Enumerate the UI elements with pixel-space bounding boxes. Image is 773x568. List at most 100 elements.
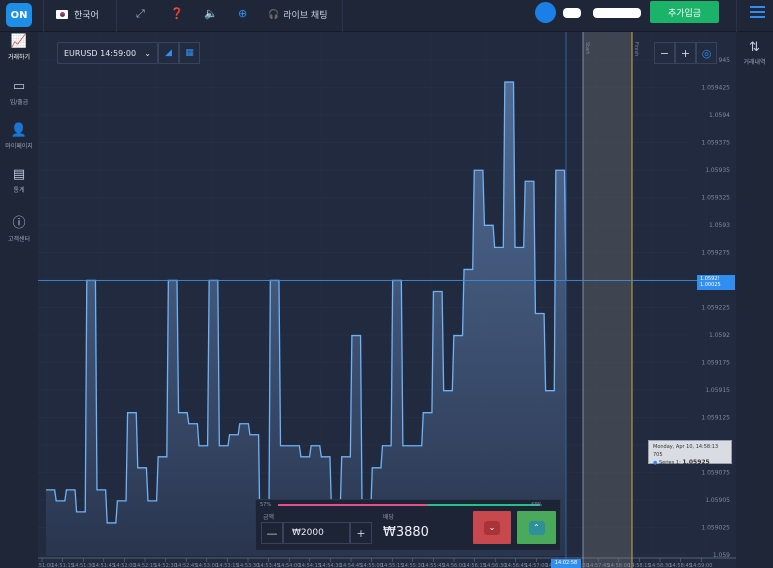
help-icon[interactable]: ❓	[170, 7, 184, 20]
x-tick-label: 14:53:45	[257, 563, 279, 568]
y-tick-label: 1.059375	[701, 140, 730, 147]
sidebar-item-support[interactable]: ⓘ 고객센터	[0, 212, 38, 243]
x-tick-label: 14:51:30	[72, 563, 94, 568]
put-down-button[interactable]: ⌄	[473, 511, 511, 544]
tooltip-series-row: ● Series 1: 1.05925	[653, 459, 727, 467]
sidebar-item-label: 통계	[13, 187, 25, 194]
sidebar-item-label: 마이페이지	[5, 143, 33, 150]
y-tick-label: 945	[719, 57, 731, 64]
zoom-out-button[interactable]: −	[654, 42, 675, 64]
x-tick-label: 14:58:15	[628, 563, 650, 568]
divider	[43, 0, 44, 32]
y-tick-label: 1.0593	[709, 222, 730, 229]
x-tick-label: 14:53:15	[216, 563, 238, 568]
target-icon[interactable]: ⊕	[238, 7, 247, 20]
x-tick-label: 14:52:45	[175, 563, 197, 568]
sound-icon[interactable]: 🔈	[204, 7, 218, 20]
y-tick-label: 1.0592	[709, 332, 730, 339]
korea-flag-icon	[56, 10, 68, 19]
trade-history-button[interactable]: ⇅ 거래내역	[736, 40, 773, 66]
put-percentage: 57%	[260, 502, 272, 508]
x-tick-label: 14:55:00	[360, 563, 382, 568]
chevron-down-icon: ⌄	[144, 48, 151, 58]
menu-icon[interactable]	[750, 6, 765, 18]
y-tick-label: 1.059175	[701, 360, 730, 367]
wallet-icon: ▭	[12, 79, 26, 94]
y-tick-label: 1.05915	[705, 387, 730, 394]
x-tick-label: 14:54:30	[319, 563, 341, 568]
deposit-button[interactable]: 추가입금	[650, 1, 719, 23]
sidebar-item-label: 고객센터	[7, 236, 31, 243]
current-time-tag: 14:02:58	[551, 559, 581, 568]
redacted-username	[563, 8, 581, 18]
x-tick-label: 14:58:30	[649, 563, 671, 568]
tooltip-value: 1.05925	[682, 459, 710, 466]
right-sidebar: ⇅ 거래내역	[736, 32, 773, 568]
top-bar: ON 한국어 ⤢ ❓ 🔈 ⊕ 🎧 라이브 채팅 추가입금	[0, 0, 773, 32]
trade-panel: 57% 43% 금액 — + 배당 ₩3880 ⌄ ⌃	[255, 499, 561, 551]
zoom-in-button[interactable]: +	[675, 42, 696, 64]
recenter-icon[interactable]: ◎	[696, 42, 717, 64]
asset-label: EURUSD 14:59:00	[64, 48, 137, 58]
y-tick-label: 1.0594	[709, 112, 730, 119]
x-tick-label: 14:51:15	[51, 563, 73, 568]
live-chat-label: 라이브 채팅	[283, 11, 328, 21]
x-tick-label: 14:59:00	[690, 563, 712, 568]
x-tick-label: 14:56:00	[443, 563, 465, 568]
amount-label: 금액	[263, 514, 275, 521]
y-tick-label: 1.05905	[705, 497, 730, 504]
swap-arrows-icon: ⇅	[749, 40, 760, 55]
current-price-tag: 1.0592! 1.00025	[697, 275, 735, 290]
sidebar-item-trade[interactable]: 📈 거래하기	[0, 34, 38, 61]
asset-selector[interactable]: EURUSD 14:59:00 ⌄	[57, 42, 158, 64]
current-price-line: 1.00025	[700, 282, 721, 288]
x-tick-label: 14:56:15	[463, 563, 485, 568]
indicators-icon[interactable]: ▦	[179, 42, 200, 64]
payout-label: 배당	[383, 514, 395, 521]
y-tick-label: 1.059025	[701, 525, 730, 532]
live-chat-button[interactable]: 🎧 라이브 채팅	[268, 8, 328, 22]
headset-icon: 🎧	[268, 9, 280, 20]
x-tick-label: 14:55:15	[381, 563, 403, 568]
x-tick-label: 14:58:00	[608, 563, 630, 568]
sidebar-item-mypage[interactable]: 👤 마이페이지	[0, 123, 38, 150]
sidebar-item-deposit-withdraw[interactable]: ▭ 입/출금	[0, 79, 38, 106]
series-dot-icon: ●	[653, 460, 658, 466]
fullscreen-icon[interactable]: ⤢	[136, 7, 145, 21]
amount-input[interactable]	[283, 522, 350, 544]
stats-icon: ▤	[12, 167, 26, 182]
y-tick-label: 1.059075	[701, 470, 730, 477]
y-tick-label: 1.059425	[701, 85, 730, 92]
x-tick-label: 14:57:45	[587, 563, 609, 568]
call-up-button[interactable]: ⌃	[517, 511, 556, 544]
x-tick-label: 14:58:45	[669, 563, 691, 568]
increase-amount-button[interactable]: +	[350, 522, 372, 544]
tooltip-series-label: Series 1:	[658, 460, 681, 466]
chevron-up-icon: ⌃	[528, 520, 545, 535]
x-tick-label: 14:53:00	[196, 563, 218, 568]
chart-area[interactable]: 945 1.059425 1.0594 1.059375 1.05935 1.059325…	[38, 32, 736, 568]
x-tick-label: 14:53:30	[237, 563, 259, 568]
redacted-balance	[593, 8, 641, 18]
language-label: 한국어	[74, 11, 99, 21]
sidebar-item-label: 거래하기	[7, 54, 31, 61]
user-icon: 👤	[10, 123, 28, 138]
language-selector[interactable]: 한국어	[56, 8, 99, 21]
sidebar-item-stats[interactable]: ▤ 통계	[0, 167, 38, 194]
chart-type-icon[interactable]: ◢	[158, 42, 179, 64]
start-label: Start	[584, 42, 590, 54]
finish-label: Finish	[633, 42, 639, 56]
y-tick-label: 1.059275	[701, 250, 730, 257]
logo[interactable]: ON	[6, 3, 32, 27]
avatar[interactable]	[535, 2, 556, 23]
payout-value: ₩3880	[383, 525, 429, 540]
x-tick-label: 14:52:15	[134, 563, 156, 568]
x-tick-label: 14:54:45	[340, 563, 362, 568]
price-area	[46, 82, 566, 557]
price-chart[interactable]: 945 1.059425 1.0594 1.059375 1.05935 1.059325…	[38, 32, 736, 568]
decrease-amount-button[interactable]: —	[261, 522, 283, 544]
divider	[736, 0, 737, 32]
tooltip-date: Monday, Apr 10, 14:58:13 705	[653, 444, 719, 458]
trading-app: ON 한국어 ⤢ ❓ 🔈 ⊕ 🎧 라이브 채팅 추가입금 📈 거래하기 ▭ 입/…	[0, 0, 773, 568]
divider	[342, 0, 343, 32]
